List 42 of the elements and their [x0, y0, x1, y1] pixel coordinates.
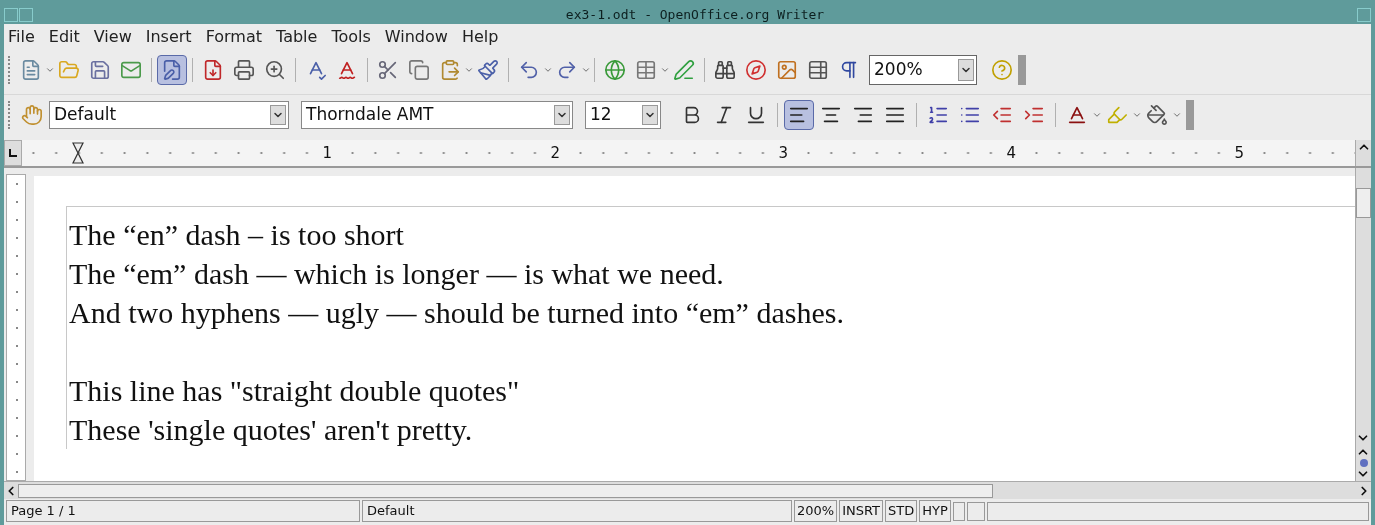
toolbar-handle[interactable] [1018, 55, 1026, 85]
status-insert-mode: INSRT [839, 500, 883, 522]
scrollbar-thumb[interactable] [18, 483, 993, 498]
style-combo[interactable]: Default [49, 100, 289, 129]
scrollbar-thumb[interactable] [1356, 188, 1371, 218]
document-line: And two hyphens — ugly — should be turned into “em” dashes. [69, 295, 845, 331]
align-left-icon[interactable] [784, 99, 814, 130]
menu-item[interactable]: View [93, 25, 132, 49]
tab-stop-icon[interactable] [9, 149, 17, 157]
font-size-combo[interactable]: 12 [585, 100, 661, 129]
status-selection-mode: STD [885, 500, 918, 522]
menu-item[interactable]: File [8, 25, 35, 49]
status-hyphenation: HYP [919, 500, 951, 522]
status-page: Page 1 / 1 [6, 500, 360, 522]
window-title: ex3-1.odt - OpenOffice.org Writer [564, 6, 826, 25]
status-zoom: 200% [794, 500, 838, 522]
ruler-number: 2 [548, 145, 562, 161]
vertical-scrollbar[interactable] [1355, 168, 1371, 481]
menu-item[interactable]: Help [461, 25, 499, 49]
document-line: The “en” dash – is too short [69, 217, 405, 253]
menu-item[interactable]: Format [205, 25, 262, 49]
indent-marker-icon[interactable] [72, 142, 84, 164]
ruler-number: 4 [1004, 145, 1018, 161]
document-line: The “em” dash — which is longer — is what we need. [69, 256, 725, 292]
menu-item[interactable]: Edit [48, 25, 80, 49]
status-style: Default [362, 500, 792, 522]
ruler-number: 5 [1232, 145, 1246, 161]
document-line: This line has "straight double quotes" [69, 373, 521, 409]
ruler-number: 3 [776, 145, 790, 161]
edit-file-icon[interactable] [157, 55, 187, 85]
status-cell [952, 501, 965, 521]
document-line: These 'single quotes' aren't pretty. [69, 412, 474, 448]
menu-item[interactable]: Table [276, 25, 318, 49]
horizontal-scrollbar[interactable] [4, 481, 1371, 499]
menu-item[interactable]: Insert [145, 25, 192, 49]
navigator-icon[interactable] [1359, 459, 1368, 467]
toolbar-handle[interactable] [1186, 99, 1194, 130]
font-combo[interactable]: Thorndale AMT [301, 100, 573, 129]
menu-item[interactable]: Window [384, 25, 448, 49]
menu-item[interactable]: Tools [331, 25, 371, 49]
zoom-combo[interactable]: 200% [869, 55, 977, 85]
status-cell [966, 501, 985, 521]
